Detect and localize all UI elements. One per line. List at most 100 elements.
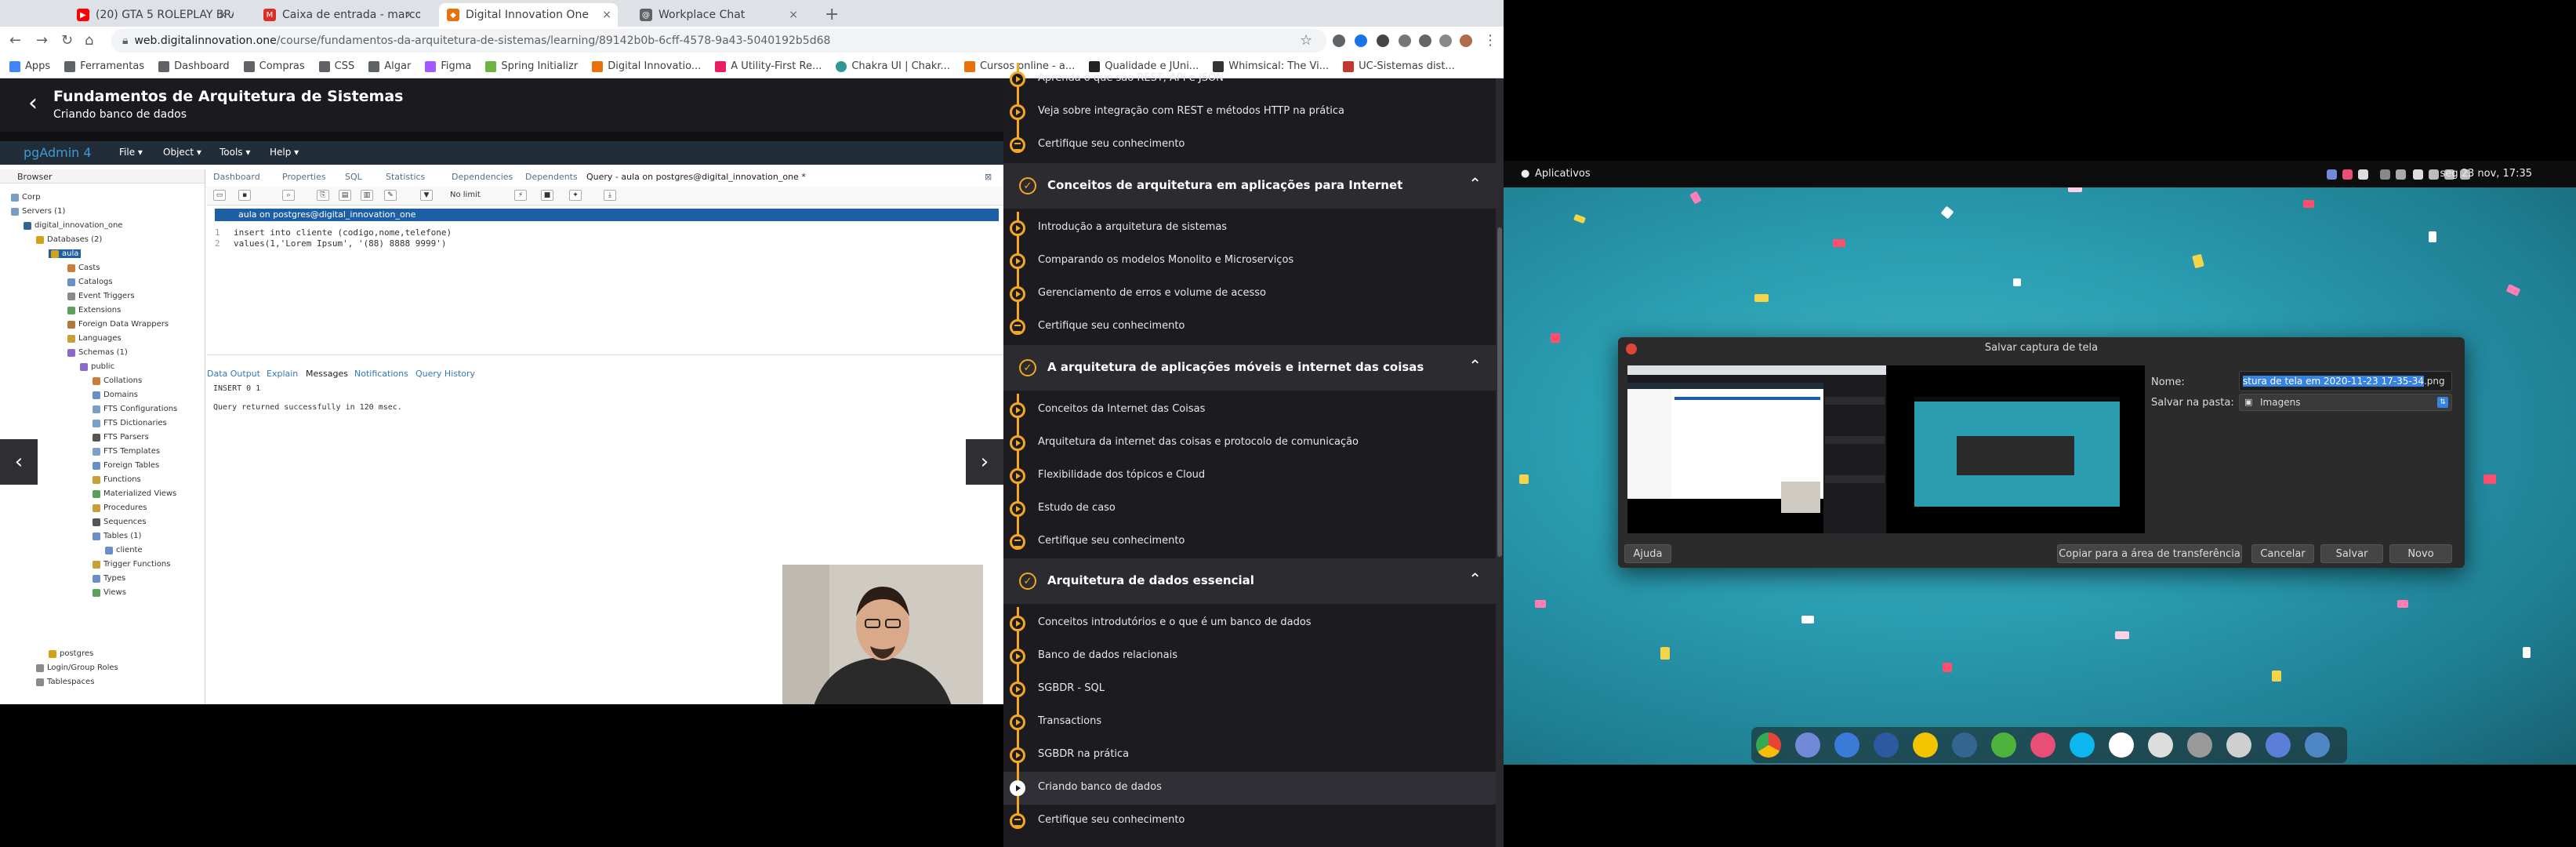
tree-item[interactable]: Databases (2) [36,235,102,244]
filename-input[interactable]: stura de tela em 2020-11-23 17-35-34.png [2239,371,2452,391]
close-panel-icon[interactable]: ⊠ [985,172,992,182]
tab-query[interactable]: Query - aula on postgres@digital_innovat… [586,172,806,182]
tree-item[interactable]: Login/Group Roles [36,663,118,672]
close-icon[interactable]: × [405,9,414,21]
module-header[interactable]: ✓ A arquitetura de aplicações móveis e in… [1003,345,1496,391]
new-tab-button[interactable]: + [825,5,839,24]
bookmark-item[interactable]: Dashboard [158,60,230,72]
tree-item[interactable]: FTS Parsers [93,433,149,442]
save-button[interactable]: Salvar [2320,544,2383,563]
tree-item[interactable]: Trigger Functions [93,560,170,569]
tab-properties[interactable]: Properties [282,172,326,182]
tree-item[interactable]: Collations [93,376,142,385]
bookmark-item[interactable]: Chakra UI | Chakr... [836,60,950,72]
lesson-item[interactable]: Veja sobre integração com REST e métodos… [1003,96,1496,129]
back-arrow-icon[interactable]: ‹ [28,89,38,117]
forward-icon[interactable]: → [36,32,48,49]
prev-lesson-button[interactable]: ‹ [0,439,38,485]
tree-item[interactable]: Sequences [93,518,147,526]
lesson-item[interactable]: Conceitos da Internet das Coisas [1003,394,1496,427]
settings-icon[interactable] [2187,732,2212,758]
lesson-item[interactable]: Estudo de caso [1003,493,1496,525]
tree-item[interactable]: Catalogs [67,278,113,286]
tray-icon[interactable] [2342,169,2353,180]
discord-icon[interactable] [1795,732,1820,758]
bluetooth-icon[interactable] [2396,169,2406,180]
tree-item[interactable]: Corp [11,193,41,202]
lesson-item[interactable]: Gerenciamento de erros e volume de acess… [1003,278,1496,311]
tree-item[interactable]: Foreign Tables [93,461,159,470]
folder-select[interactable]: ▣ Imagens ⇅ [2239,394,2452,411]
tab-youtube[interactable]: ▶ (20) GTA 5 ROLEPLAY BRASIL × [69,3,234,27]
bookmark-apps[interactable]: Apps [9,60,50,72]
lesson-item[interactable]: Certifique seu conhecimento [1003,805,1496,838]
avatar[interactable] [1460,35,1472,47]
menu-icon[interactable]: ⋮ [1483,32,1497,49]
discord-icon[interactable] [2327,169,2337,180]
tab-dependents[interactable]: Dependents [525,172,578,182]
app-icon[interactable] [2226,732,2251,758]
mongodb-icon[interactable] [1991,732,2016,758]
menu-tools[interactable]: Tools ▾ [220,147,250,158]
home-icon[interactable]: ⌂ [85,32,93,49]
help-button[interactable]: Ajuda [1624,544,1671,563]
copy-icon[interactable]: ⎘ [317,190,329,201]
lesson-item-current[interactable]: Criando banco de dados [1003,772,1496,805]
beekeeper-icon[interactable] [1913,732,1938,758]
menu-help[interactable]: Help ▾ [270,147,299,158]
chevron-up-icon[interactable]: ⌃ [1468,569,1482,588]
tree-item[interactable]: Foreign Data Wrappers [67,320,169,329]
docker-icon[interactable] [2070,732,2095,758]
screenshot-icon[interactable] [2305,732,2330,758]
tab-digital-innovation[interactable]: ◆ Digital Innovation One × [439,3,618,27]
lesson-item[interactable]: Banco de dados relacionais [1003,640,1496,673]
tab-gmail[interactable]: M Caixa de entrada - marcosvo × [256,3,420,27]
new-button[interactable]: Novo [2389,544,2452,563]
tree-item[interactable]: Tablespaces [36,678,94,686]
lesson-item[interactable]: Conceitos introdutórios e o que é um ban… [1003,607,1496,640]
finder-icon[interactable] [1834,732,1859,758]
tree-item[interactable]: FTS Templates [93,447,160,456]
bookmark-item[interactable]: CSS [318,60,354,72]
chrome-icon[interactable] [1756,732,1781,758]
tab-sql[interactable]: SQL [345,172,362,182]
menu-file[interactable]: File ▾ [119,147,143,158]
star-icon[interactable]: ☆ [1300,32,1312,49]
download-icon[interactable]: ⤓ [604,190,616,201]
lesson-item[interactable]: Certifique seu conhecimento [1003,129,1496,162]
bookmark-item[interactable]: Spring Initializr [485,60,578,72]
chevron-up-icon[interactable]: ⌃ [1468,174,1482,193]
tree-item[interactable]: Functions [93,475,141,484]
notion-icon[interactable] [2109,732,2134,758]
postgres-icon[interactable] [1952,732,1977,758]
menu-object[interactable]: Object ▾ [163,147,201,158]
tree-item[interactable]: Domains [93,391,138,399]
lesson-item[interactable]: Aprenda o que são REST, API e JSON [1003,63,1496,96]
tree-item[interactable]: Procedures [93,503,147,512]
tree-item[interactable]: Event Triggers [67,292,135,300]
tray-icon[interactable] [2358,169,2368,180]
tree-item[interactable]: Views [93,588,126,597]
shield-icon[interactable] [2413,169,2423,180]
copy-to-clipboard-button[interactable]: Copiar para a área de transferência [2057,544,2242,563]
app-icon[interactable] [2148,732,2173,758]
extension-icon[interactable] [1377,35,1389,47]
tree-item[interactable]: Casts [67,264,100,272]
applications-menu[interactable]: Aplicativos [1535,168,1591,180]
tab-messages[interactable]: Messages [306,369,348,379]
bookmark-item[interactable]: Algar [368,60,411,72]
extension-icon[interactable] [1333,35,1345,47]
close-icon[interactable]: × [218,9,227,21]
app-icon[interactable] [2030,732,2055,758]
tree-item[interactable]: Extensions [67,306,121,314]
bookmark-item[interactable]: Compras [243,60,305,72]
filter-icon[interactable]: ▼ [420,190,433,201]
lesson-item[interactable]: Arquitetura da internet das coisas e pro… [1003,427,1496,460]
tree-item[interactable]: Languages [67,334,122,343]
chevron-up-icon[interactable]: ⌃ [1468,356,1482,375]
tree-item[interactable]: Servers (1) [11,207,65,216]
tree-item[interactable]: cliente [105,546,143,554]
bookmark-item[interactable]: Ferramentas [64,60,144,72]
tree-item[interactable]: Schemas (1) [67,348,128,357]
lesson-item[interactable]: Flexibilidade dos tópicos e Cloud [1003,460,1496,493]
